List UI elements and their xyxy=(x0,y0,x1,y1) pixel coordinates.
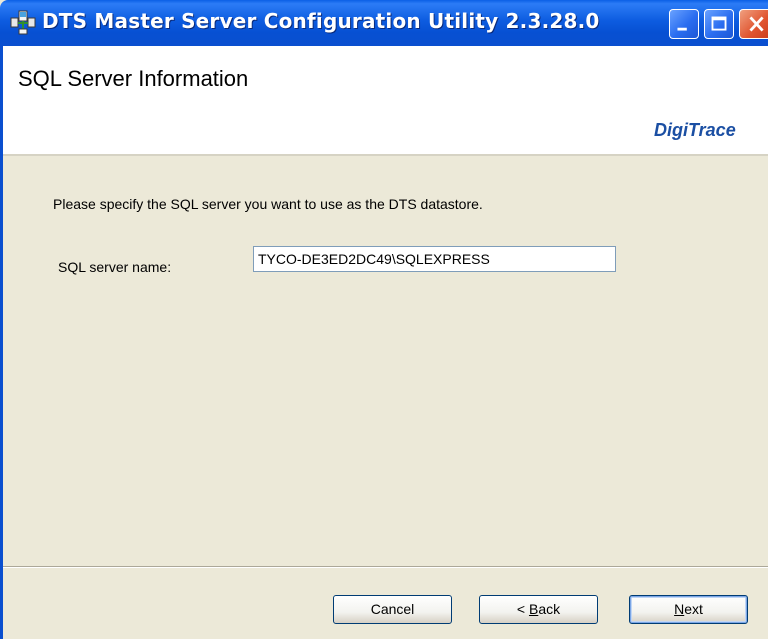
header-banner: SQL Server Information DigiTrace xyxy=(3,46,768,156)
brand-logo: DigiTrace xyxy=(654,120,736,140)
window-title: DTS Master Server Configuration Utility … xyxy=(42,9,600,33)
minimize-button[interactable] xyxy=(669,9,699,39)
next-button-mnemonic: N xyxy=(674,601,685,617)
footer-divider xyxy=(3,566,768,568)
cancel-button[interactable]: Cancel xyxy=(333,595,452,624)
maximize-button[interactable] xyxy=(704,9,734,39)
back-button[interactable]: < Back xyxy=(479,595,598,624)
minimize-icon xyxy=(677,27,687,31)
close-icon xyxy=(749,16,764,32)
maximize-icon xyxy=(711,16,727,31)
back-button-label: ack xyxy=(538,601,561,617)
title-bar[interactable]: DTS Master Server Configuration Utility … xyxy=(0,0,768,46)
instruction-text: Please specify the SQL server you want t… xyxy=(53,196,483,212)
app-network-icon xyxy=(10,10,36,35)
installer-window: DTS Master Server Configuration Utility … xyxy=(0,0,768,639)
back-button-prefix: < xyxy=(516,601,529,617)
page-title: SQL Server Information xyxy=(18,66,249,91)
sql-server-name-label: SQL server name: xyxy=(58,259,172,275)
close-button[interactable] xyxy=(739,9,768,39)
next-button-label: ext xyxy=(684,601,703,617)
next-button[interactable]: Next xyxy=(629,595,748,624)
sql-server-name-input[interactable] xyxy=(253,246,616,272)
back-button-mnemonic: B xyxy=(528,601,539,617)
cancel-button-label: Cancel xyxy=(370,601,415,617)
